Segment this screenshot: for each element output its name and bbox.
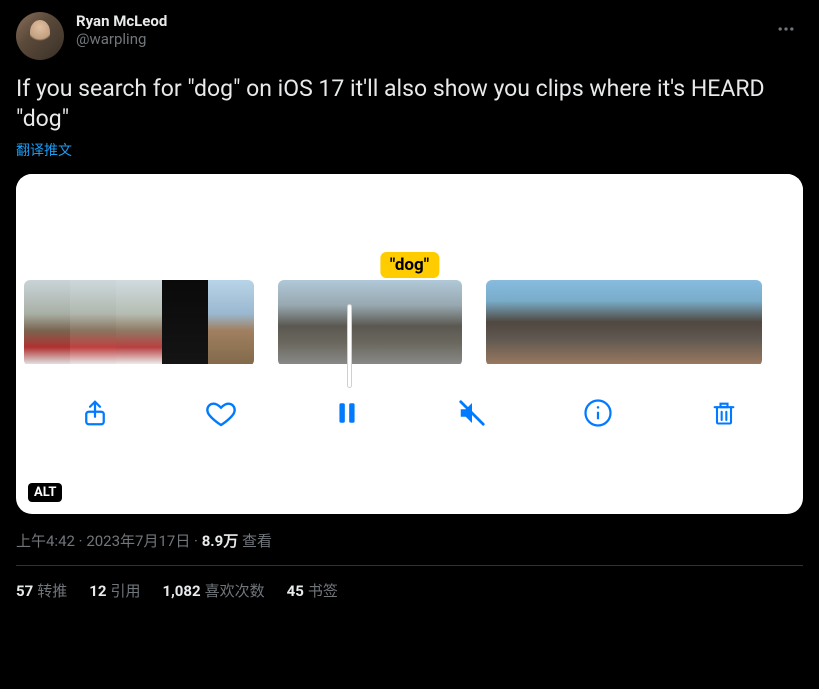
tweet-date[interactable]: 2023年7月17日 [86, 532, 190, 550]
share-button[interactable] [75, 393, 115, 433]
clip-frame [278, 280, 324, 364]
avatar[interactable] [16, 12, 64, 60]
clip-group[interactable] [278, 280, 462, 366]
search-term-badge: "dog" [380, 252, 439, 278]
clip-frame [578, 280, 624, 364]
clip-frame [670, 280, 716, 364]
views-count: 8.9万 [202, 532, 239, 550]
tweet-container: Ryan McLeod @warpling If you search for … [0, 0, 819, 601]
quotes-stat[interactable]: 12引用 [89, 580, 140, 601]
author-handle: @warpling [76, 30, 757, 48]
clip-frame [370, 280, 416, 364]
like-button[interactable] [201, 393, 241, 433]
speaker-muted-icon [457, 398, 487, 428]
tweet-text: If you search for "dog" on iOS 17 it'll … [16, 74, 803, 134]
alt-badge[interactable]: ALT [28, 483, 62, 502]
tweet-time[interactable]: 上午4:42 [16, 532, 75, 550]
clip-frame [70, 280, 116, 364]
heart-icon [205, 397, 237, 429]
tweet-header: Ryan McLeod @warpling [16, 12, 803, 60]
retweets-stat[interactable]: 57转推 [16, 580, 67, 601]
info-icon [583, 398, 613, 428]
pause-button[interactable] [327, 393, 367, 433]
media-card[interactable]: "dog" [16, 174, 803, 514]
clip-frame [116, 280, 162, 364]
likes-stat[interactable]: 1,082喜欢次数 [162, 580, 264, 601]
clip-frame [24, 280, 70, 364]
clip-frame [624, 280, 670, 364]
bookmarks-stat[interactable]: 45书签 [287, 580, 338, 601]
share-icon [80, 398, 110, 428]
more-icon [776, 19, 796, 39]
views-label: 查看 [242, 532, 272, 550]
clip-frame [208, 280, 254, 364]
media-toolbar [16, 376, 803, 450]
author-block[interactable]: Ryan McLeod @warpling [76, 12, 757, 48]
delete-button[interactable] [704, 393, 744, 433]
clip-frame [416, 280, 462, 364]
clip-frame [486, 280, 532, 364]
clip-frame [532, 280, 578, 364]
trash-icon [710, 399, 738, 427]
translate-link[interactable]: 翻译推文 [16, 140, 803, 160]
mute-button[interactable] [452, 393, 492, 433]
media-whitespace [16, 174, 803, 258]
stats-row: 57转推 12引用 1,082喜欢次数 45书签 [16, 566, 803, 601]
more-button[interactable] [769, 12, 803, 46]
author-display-name: Ryan McLeod [76, 12, 757, 30]
clip-group[interactable] [486, 280, 762, 366]
pause-icon [334, 400, 360, 426]
clip-frame [716, 280, 762, 364]
tweet-meta: 上午4:42 · 2023年7月17日 · 8.9万 查看 [16, 530, 803, 551]
clip-frame [162, 280, 208, 364]
info-button[interactable] [578, 393, 618, 433]
playhead[interactable] [347, 304, 352, 388]
clip-group[interactable] [24, 280, 254, 366]
